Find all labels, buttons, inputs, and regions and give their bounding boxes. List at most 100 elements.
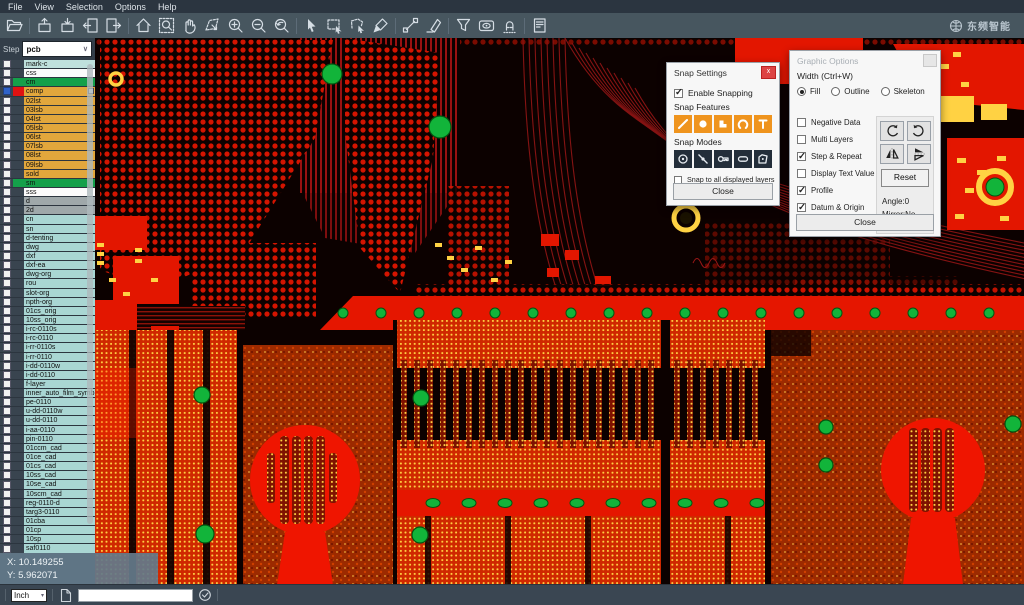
- report-button[interactable]: [528, 15, 551, 36]
- layer-row[interactable]: slot-org: [0, 289, 95, 298]
- brush-button[interactable]: [369, 15, 392, 36]
- graphic-option-checkbox[interactable]: [797, 135, 806, 144]
- new-doc-button[interactable]: [58, 588, 73, 603]
- snap-feature-corner-button[interactable]: [714, 115, 732, 133]
- layer-row[interactable]: d: [0, 197, 95, 206]
- zoom-area-button[interactable]: [201, 15, 224, 36]
- layer-visibility-checkbox[interactable]: [0, 97, 13, 106]
- layer-row[interactable]: 08lst: [0, 151, 95, 160]
- layer-row[interactable]: i-rc-0110s: [0, 325, 95, 334]
- snap-feature-line-button[interactable]: [674, 115, 692, 133]
- layer-visibility-checkbox[interactable]: [0, 78, 13, 87]
- layer-row[interactable]: dwg: [0, 243, 95, 252]
- layer-visibility-checkbox[interactable]: [0, 453, 13, 462]
- layer-row[interactable]: u-dd-0110: [0, 416, 95, 425]
- layer-row[interactable]: 01cp: [0, 526, 95, 535]
- layer-row[interactable]: 02lst: [0, 97, 95, 106]
- layer-row[interactable]: cm: [0, 78, 95, 87]
- layer-visibility-checkbox[interactable]: [0, 197, 13, 206]
- close-icon[interactable]: x: [761, 66, 776, 79]
- layer-visibility-checkbox[interactable]: [0, 279, 13, 288]
- layer-row[interactable]: 2d: [0, 206, 95, 215]
- layer-row[interactable]: u-dd-0110w: [0, 407, 95, 416]
- layer-visibility-checkbox[interactable]: [0, 307, 13, 316]
- layer-visibility-checkbox[interactable]: [0, 362, 13, 371]
- graphic-option-checkbox[interactable]: [797, 169, 806, 178]
- layer-row[interactable]: i-rr-0110: [0, 353, 95, 362]
- layer-row[interactable]: 06lst: [0, 133, 95, 142]
- layer-visibility-checkbox[interactable]: [0, 490, 13, 499]
- polygon-select-button[interactable]: [346, 15, 369, 36]
- layer-row[interactable]: i-dd-0110: [0, 371, 95, 380]
- graphic-option-row[interactable]: Negative Data: [797, 114, 881, 131]
- layer-row[interactable]: 05lsb: [0, 124, 95, 133]
- layer-row[interactable]: sm: [0, 179, 95, 188]
- layer-visibility-checkbox[interactable]: [0, 206, 13, 215]
- layer-row[interactable]: pin-0110: [0, 435, 95, 444]
- layer-row[interactable]: 01ccm_cad: [0, 444, 95, 453]
- layer-visibility-checkbox[interactable]: [0, 398, 13, 407]
- import-button[interactable]: [33, 15, 56, 36]
- select-button[interactable]: [300, 15, 323, 36]
- layer-row[interactable]: i-rr-0110s: [0, 343, 95, 352]
- layer-row[interactable]: i-dd-0110w: [0, 362, 95, 371]
- layer-visibility-checkbox[interactable]: [0, 234, 13, 243]
- rect-select-button[interactable]: [323, 15, 346, 36]
- graphic-option-row[interactable]: Profile: [797, 182, 881, 199]
- layer-row[interactable]: dxf: [0, 252, 95, 261]
- menu-item[interactable]: File: [4, 2, 31, 12]
- layer-visibility-checkbox[interactable]: [0, 243, 13, 252]
- layer-visibility-checkbox[interactable]: [0, 60, 13, 69]
- layer-visibility-checkbox[interactable]: [0, 115, 13, 124]
- layer-row[interactable]: i-rc-0110: [0, 334, 95, 343]
- save-button[interactable]: [56, 15, 79, 36]
- layer-visibility-checkbox[interactable]: [0, 179, 13, 188]
- layer-row[interactable]: 10ss_orig: [0, 316, 95, 325]
- layer-visibility-checkbox[interactable]: [0, 106, 13, 115]
- snap-mode-key-button[interactable]: [714, 150, 732, 168]
- layer-visibility-checkbox[interactable]: [0, 188, 13, 197]
- layer-visibility-checkbox[interactable]: [0, 462, 13, 471]
- layer-visibility-checkbox[interactable]: [0, 261, 13, 270]
- open-button[interactable]: [3, 15, 26, 36]
- layer-row[interactable]: targ3-0110: [0, 508, 95, 517]
- menu-item[interactable]: Options: [111, 2, 154, 12]
- unit-select[interactable]: Inch ▾: [11, 589, 47, 602]
- enable-snapping-row[interactable]: Enable Snapping: [674, 88, 772, 98]
- layer-row[interactable]: 01cba: [0, 517, 95, 526]
- snap-mode-point-button[interactable]: [694, 150, 712, 168]
- layer-row[interactable]: 01cs_orig: [0, 307, 95, 316]
- layer-visibility-checkbox[interactable]: [0, 508, 13, 517]
- layer-visibility-checkbox[interactable]: [0, 316, 13, 325]
- snap-mode-surface-button[interactable]: [754, 150, 772, 168]
- zoom-out-button[interactable]: [247, 15, 270, 36]
- zoom-previous-button[interactable]: [270, 15, 293, 36]
- layer-visibility-checkbox[interactable]: [0, 161, 13, 170]
- layer-visibility-checkbox[interactable]: [0, 270, 13, 279]
- command-input[interactable]: [78, 589, 193, 602]
- layer-row[interactable]: comp: [0, 87, 95, 96]
- layer-visibility-checkbox[interactable]: [0, 225, 13, 234]
- graphic-option-row[interactable]: Multi Layers: [797, 131, 881, 148]
- layer-row[interactable]: cn: [0, 215, 95, 224]
- home-view-button[interactable]: [132, 15, 155, 36]
- graphic-option-checkbox[interactable]: [797, 203, 806, 212]
- mirror-vertical-button[interactable]: [907, 144, 931, 164]
- layer-visibility-checkbox[interactable]: [0, 69, 13, 78]
- layer-row[interactable]: rou: [0, 279, 95, 288]
- menu-item[interactable]: View: [31, 2, 62, 12]
- layer-visibility-checkbox[interactable]: [0, 298, 13, 307]
- layer-visibility-checkbox[interactable]: [0, 499, 13, 508]
- graphic-option-checkbox[interactable]: [797, 152, 806, 161]
- rotate-cw-button[interactable]: [880, 121, 904, 141]
- graphic-option-checkbox[interactable]: [797, 118, 806, 127]
- measure-button[interactable]: [399, 15, 422, 36]
- rotate-ccw-button[interactable]: [907, 121, 931, 141]
- layer-row[interactable]: pe-0110: [0, 398, 95, 407]
- snap-mode-center-button[interactable]: [674, 150, 692, 168]
- filter-button[interactable]: [452, 15, 475, 36]
- layer-visibility-checkbox[interactable]: [0, 325, 13, 334]
- layer-row[interactable]: 04lst: [0, 115, 95, 124]
- mirror-horizontal-button[interactable]: [880, 144, 904, 164]
- page-back-button[interactable]: [79, 15, 102, 36]
